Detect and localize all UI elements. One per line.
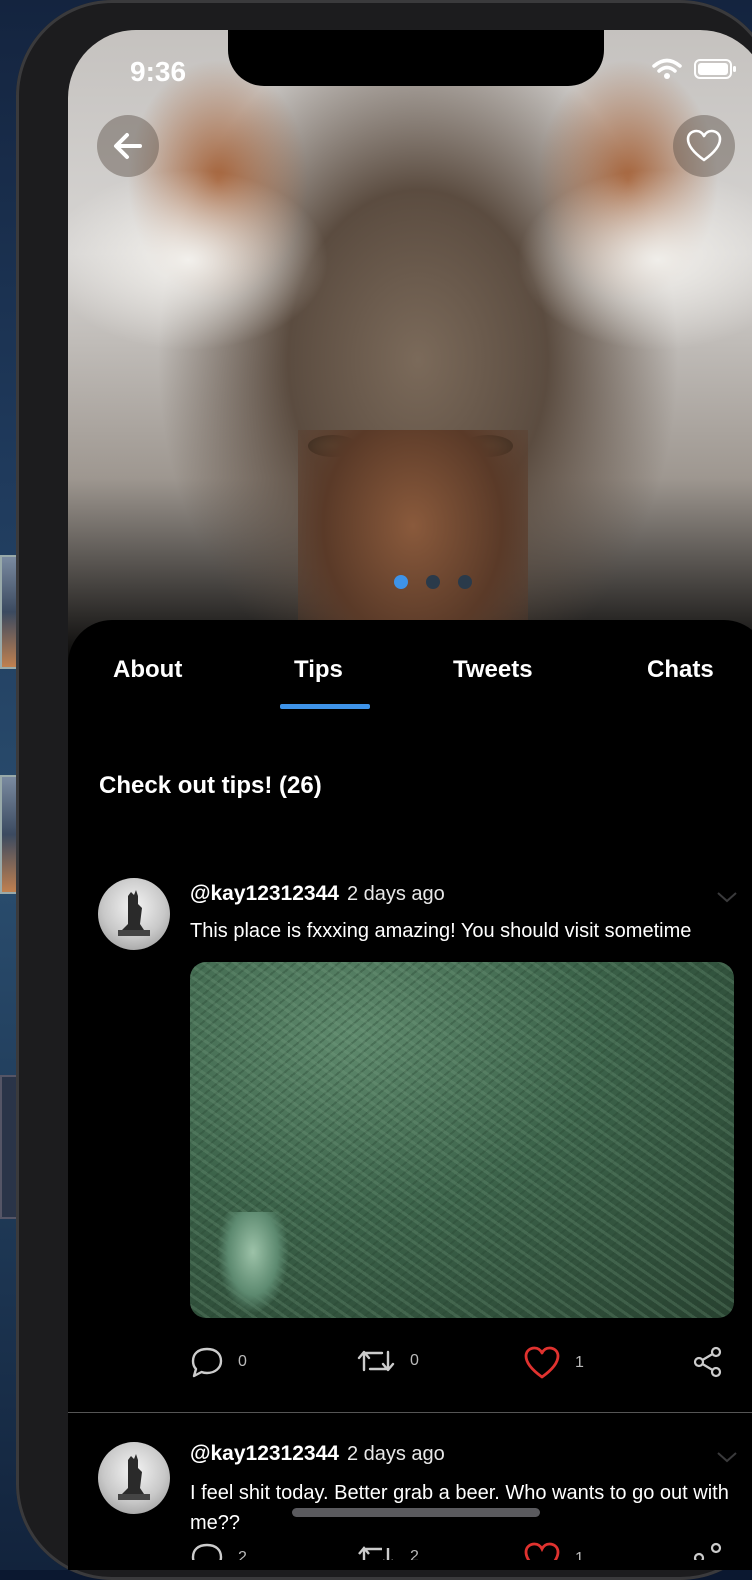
home-indicator[interactable] [292, 1508, 540, 1517]
tab-tips[interactable]: Tips [294, 656, 343, 684]
avatar[interactable] [98, 878, 170, 950]
carousel-dot[interactable] [458, 575, 472, 589]
section-title: Check out tips! (26) [99, 772, 322, 799]
post-handle[interactable]: @kay12312344 [190, 1442, 339, 1465]
comment-count: 2 [238, 1549, 247, 1560]
app-screen: 9:36 About Tips Tweets Chats Check out t… [68, 30, 752, 1570]
avatar[interactable] [98, 1442, 170, 1514]
post-time: 2 days ago [346, 1443, 445, 1465]
hero-image [68, 30, 752, 670]
like-count: 1 [575, 1550, 584, 1560]
retweet-button[interactable]: 0 [356, 1346, 419, 1376]
tip-post: @kay12312344 2 days ago This place is fxx… [68, 848, 752, 1408]
like-heart-icon [524, 1542, 560, 1560]
like-count: 1 [575, 1354, 584, 1371]
chevron-down-icon[interactable] [716, 890, 738, 904]
heart-icon [686, 129, 722, 162]
post-actions: 2 2 1 [190, 1542, 734, 1560]
battery-icon [694, 59, 736, 79]
like-heart-icon [524, 1346, 560, 1379]
share-icon [693, 1346, 722, 1378]
carousel-dot[interactable] [394, 575, 408, 589]
wifi-icon [652, 58, 682, 79]
notch [228, 30, 604, 86]
like-button[interactable]: 1 [523, 1346, 584, 1380]
share-button[interactable] [692, 1346, 724, 1378]
back-arrow-icon [114, 133, 142, 159]
carousel-dot[interactable] [426, 575, 440, 589]
chevron-down-icon[interactable] [716, 1450, 738, 1464]
retweet-button[interactable]: 2 [356, 1542, 419, 1560]
post-time: 2 days ago [346, 883, 445, 905]
post-author[interactable]: @kay12312344 2 days ago [190, 1442, 445, 1466]
tab-chats[interactable]: Chats [647, 656, 714, 684]
retweet-icon [358, 1546, 393, 1560]
content-sheet: About Tips Tweets Chats Check out tips! … [68, 620, 752, 1570]
post-actions: 0 0 1 [190, 1346, 734, 1386]
comment-count: 0 [238, 1353, 247, 1370]
phone-frame: 9:36 About Tips Tweets Chats Check out t… [16, 0, 752, 1580]
like-button[interactable]: 1 [523, 1542, 584, 1560]
post-handle[interactable]: @kay12312344 [190, 882, 339, 905]
comment-button[interactable]: 2 [190, 1542, 247, 1560]
carousel-dots [394, 575, 472, 589]
retweet-count: 0 [410, 1352, 419, 1369]
retweet-count: 2 [410, 1548, 419, 1560]
post-author[interactable]: @kay12312344 2 days ago [190, 882, 445, 906]
share-icon [693, 1542, 722, 1560]
tab-bar: About Tips Tweets Chats [68, 620, 752, 740]
status-icons [652, 58, 738, 80]
back-button[interactable] [97, 115, 159, 177]
status-time: 9:36 [130, 56, 187, 87]
tab-tweets[interactable]: Tweets [453, 656, 533, 684]
comment-icon [191, 1347, 223, 1378]
post-media-image[interactable] [190, 962, 734, 1318]
retweet-icon [357, 1350, 395, 1372]
media-hiker [218, 1212, 288, 1312]
avatar-statue-image [118, 890, 150, 936]
favorite-button[interactable] [673, 115, 735, 177]
tip-post: @kay12312344 2 days ago I feel shit today… [68, 1412, 752, 1570]
active-tab-indicator [280, 704, 370, 709]
comment-button[interactable]: 0 [190, 1346, 247, 1378]
avatar-statue-image [118, 1454, 150, 1500]
comment-icon [191, 1543, 223, 1560]
tab-about[interactable]: About [113, 656, 182, 684]
post-text: This place is fxxxing amazing! You shoul… [190, 920, 692, 942]
share-button[interactable] [692, 1542, 724, 1560]
